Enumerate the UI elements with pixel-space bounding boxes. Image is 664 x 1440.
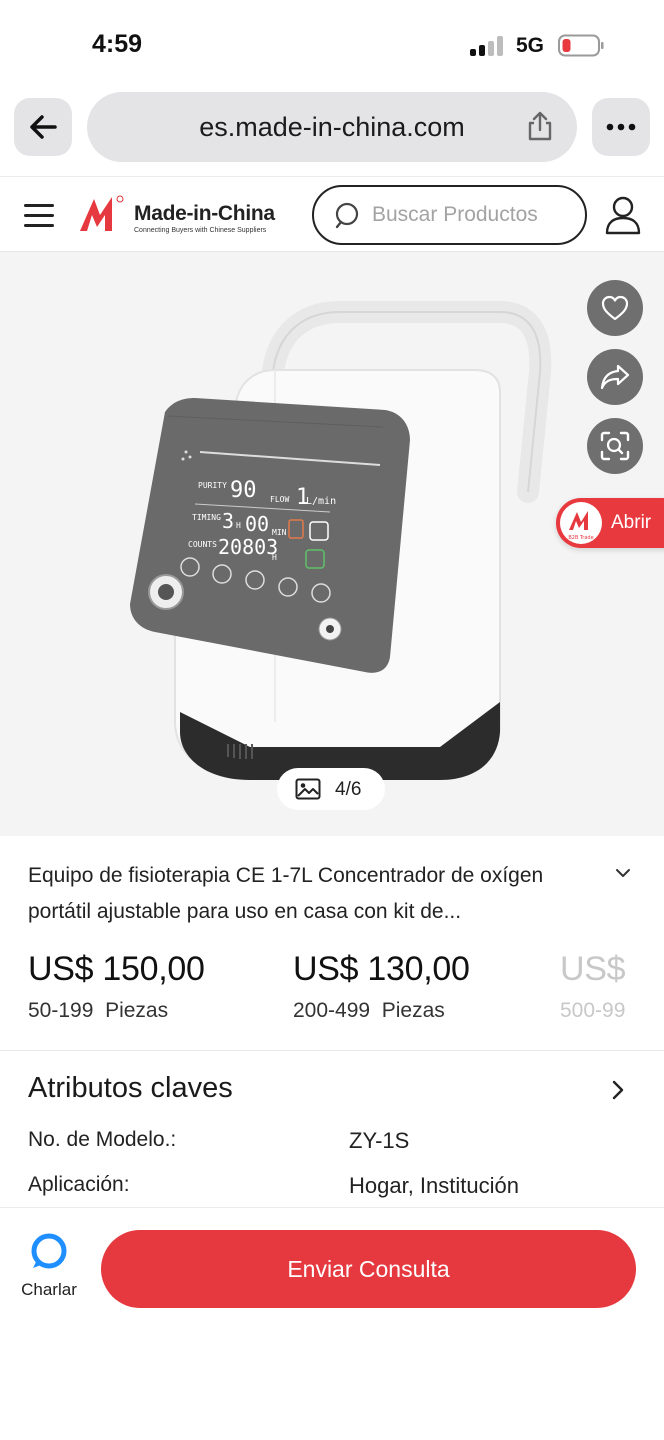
image-counter: 4/6	[277, 768, 385, 810]
b2b-trade-logo: B2B Trade	[560, 502, 602, 544]
open-app-button[interactable]: B2B Trade Abrir	[556, 498, 664, 548]
price-tier: US$ 130,00 200-499 Piezas	[293, 950, 470, 1023]
send-inquiry-button[interactable]: Enviar Consulta	[101, 1230, 636, 1308]
forward-arrow-icon	[600, 364, 630, 390]
price-quantity: 500-99	[560, 999, 626, 1022]
ask-gemini-label: Pregunta a Gemini	[26, 1394, 203, 1416]
key-attributes-title[interactable]: Atributos claves	[28, 1072, 233, 1105]
attribute-label: No. de Modelo.:	[28, 1128, 177, 1151]
price-tier: US$ 150,00 50-199 Piezas	[28, 950, 205, 1023]
sparkle-icon	[98, 1351, 131, 1383]
arrow-left-icon	[30, 115, 57, 139]
svg-text:H: H	[236, 521, 241, 530]
attribute-value: Hogar, Institución	[349, 1173, 519, 1198]
search-placeholder: Buscar Productos	[372, 203, 538, 226]
chevron-down-icon[interactable]	[614, 866, 632, 880]
svg-text:20803: 20803	[218, 535, 278, 559]
battery-icon	[558, 34, 604, 57]
price-quantity: 50-199 Piezas	[28, 999, 169, 1022]
status-bar: 4:59 5G	[0, 0, 664, 90]
svg-text:TIMING: TIMING	[192, 513, 221, 522]
svg-text:90: 90	[230, 478, 257, 503]
all-tabs-button[interactable]: 14 Todas las pestañas	[452, 1344, 635, 1413]
chevron-right-icon[interactable]	[608, 1078, 628, 1102]
favorite-button[interactable]	[587, 280, 643, 336]
heart-icon	[601, 295, 629, 321]
logo-tagline: Connecting Buyers with Chinese Suppliers	[134, 227, 267, 234]
ask-gemini-button[interactable]: Pregunta a Gemini	[26, 1350, 203, 1417]
made-in-china-logo-icon	[80, 195, 124, 231]
product-image-gallery[interactable]: PURITY 90 FLOW 1 L/min TIMING 3 H 00 MIN…	[0, 252, 664, 836]
price-value: US$ 130,00	[293, 950, 470, 988]
menu-icon[interactable]	[24, 204, 54, 228]
user-icon[interactable]	[604, 195, 642, 235]
svg-text:L/min: L/min	[306, 496, 336, 507]
product-title-line-1: Equipo de fisioterapia CE 1-7L Concentra…	[28, 864, 544, 887]
browser-bottom-bar: Pregunta a Gemini Nueva pestaña 14 Todas…	[0, 1310, 664, 1440]
search-input[interactable]: Buscar Productos	[312, 185, 587, 245]
logo-name: Made-in-China	[134, 202, 275, 225]
image-search-button[interactable]	[587, 418, 643, 474]
image-counter-text: 4/6	[335, 779, 362, 800]
svg-text:14: 14	[533, 1354, 554, 1372]
signal-icon	[470, 36, 506, 56]
product-image: PURITY 90 FLOW 1 L/min TIMING 3 H 00 MIN…	[130, 301, 552, 780]
more-options-button[interactable]	[592, 98, 650, 156]
open-app-label: Abrir	[611, 512, 652, 533]
share-product-button[interactable]	[587, 349, 643, 405]
price-tiers: US$ 150,00 50-199 Piezas US$ 130,00 200-…	[0, 950, 664, 1042]
chat-label: Charlar	[21, 1280, 77, 1299]
product-title-line-2: portátil ajustable para uso en casa con …	[28, 900, 462, 923]
product-title[interactable]: Equipo de fisioterapia CE 1-7L Concentra…	[28, 858, 628, 930]
attribute-label: Aplicación:	[28, 1173, 130, 1196]
svg-text:COUNTS: COUNTS	[188, 540, 217, 549]
chat-button[interactable]: Charlar	[14, 1233, 84, 1304]
url-bar[interactable]: es.made-in-china.com	[87, 92, 577, 162]
url-text: es.made-in-china.com	[199, 112, 465, 142]
svg-text:B2B Trade: B2B Trade	[568, 535, 593, 541]
browser-toolbar: es.made-in-china.com	[0, 92, 664, 166]
back-button[interactable]	[14, 98, 72, 156]
image-icon	[295, 778, 321, 800]
svg-text:FLOW: FLOW	[270, 495, 289, 504]
svg-text:H: H	[272, 553, 277, 562]
scan-icon	[600, 431, 630, 461]
share-icon[interactable]	[525, 110, 555, 142]
svg-text:3: 3	[222, 509, 234, 533]
price-value: US$ 150,00	[28, 950, 205, 988]
price-quantity: 200-499 Piezas	[293, 999, 445, 1022]
search-icon	[335, 202, 359, 229]
svg-text:PURITY: PURITY	[198, 481, 227, 490]
divider	[0, 1050, 664, 1051]
tabs-icon: 14	[526, 1344, 562, 1380]
chat-icon	[31, 1233, 67, 1269]
site-header: Made-in-China Connecting Buyers with Chi…	[0, 176, 664, 252]
new-tab-label: Nueva pestaña	[258, 1392, 400, 1414]
send-inquiry-label: Enviar Consulta	[287, 1256, 450, 1282]
new-tab-button[interactable]: Nueva pestaña	[258, 1344, 399, 1415]
svg-text:00: 00	[245, 512, 269, 536]
site-logo[interactable]: Made-in-China Connecting Buyers with Chi…	[78, 193, 288, 239]
price-value: US$	[560, 950, 626, 988]
price-tier: US$ 500-99	[560, 950, 626, 1023]
plus-circle-icon	[311, 1345, 347, 1381]
attribute-value: ZY-1S	[349, 1128, 410, 1153]
status-time: 4:59	[92, 30, 143, 58]
network-type: 5G	[516, 34, 545, 57]
ellipsis-icon	[606, 123, 636, 131]
all-tabs-label: Todas las pestañas	[452, 1390, 636, 1412]
action-bar: Charlar Enviar Consulta	[0, 1207, 664, 1321]
